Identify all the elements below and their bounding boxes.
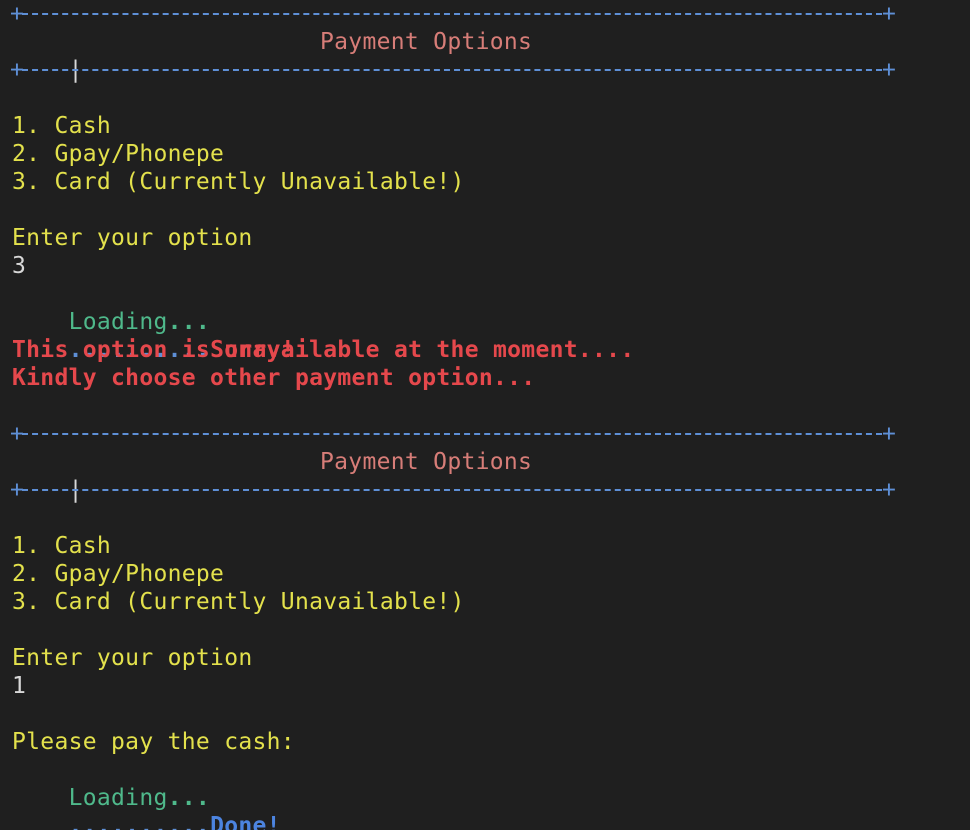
corner-icon: + (882, 57, 897, 83)
user-input-2[interactable]: 1 (12, 672, 26, 700)
menu-item-gpay-1: 2. Gpay/Phonepe (12, 141, 225, 167)
status-line-1: ..........Sorry! (12, 308, 295, 363)
corner-icon: + (882, 1, 897, 27)
box-top-border-1: + + (10, 0, 896, 28)
menu-item-card-1: 3. Card (Currently Unavailable!) (12, 169, 465, 195)
loading-line-2: Loading... (12, 756, 210, 811)
box-bottom-border-2: + + (10, 476, 896, 504)
menu-item-gpay-2: 2. Gpay/Phonepe (12, 561, 225, 587)
option-prompt-2: Enter your option (12, 645, 253, 671)
cash-prompt: Please pay the cash: (12, 729, 295, 755)
done-status: Done! (210, 813, 281, 830)
box-title-row-1: | Payment Options (12, 28, 892, 83)
box-title-1: Payment Options (320, 29, 533, 55)
option-prompt-1: Enter your option (12, 225, 253, 251)
error-message-2: Kindly choose other payment option... (12, 365, 536, 391)
menu-item-card-2: 3. Card (Currently Unavailable!) (12, 589, 465, 615)
corner-icon: + (882, 477, 897, 503)
status-line-2: ..........Done! (12, 784, 281, 830)
menu-item-cash-1: 1. Cash (12, 113, 112, 139)
box-top-border-2: + + (10, 420, 896, 448)
error-message-1: This option is unavailable at the moment… (12, 337, 635, 363)
corner-icon: + (882, 421, 897, 447)
terminal-output: + + | Payment Options + + 1. Cash 2. Gpa… (0, 0, 970, 830)
box-title-row-2: | Payment Options (12, 448, 892, 503)
box-title-2: Payment Options (320, 449, 533, 475)
progress-dots: .......... (68, 813, 211, 830)
loading-line-1: Loading... (12, 280, 210, 335)
box-bottom-border-1: + + (10, 56, 896, 84)
user-input-1[interactable]: 3 (12, 252, 26, 280)
menu-item-cash-2: 1. Cash (12, 533, 112, 559)
